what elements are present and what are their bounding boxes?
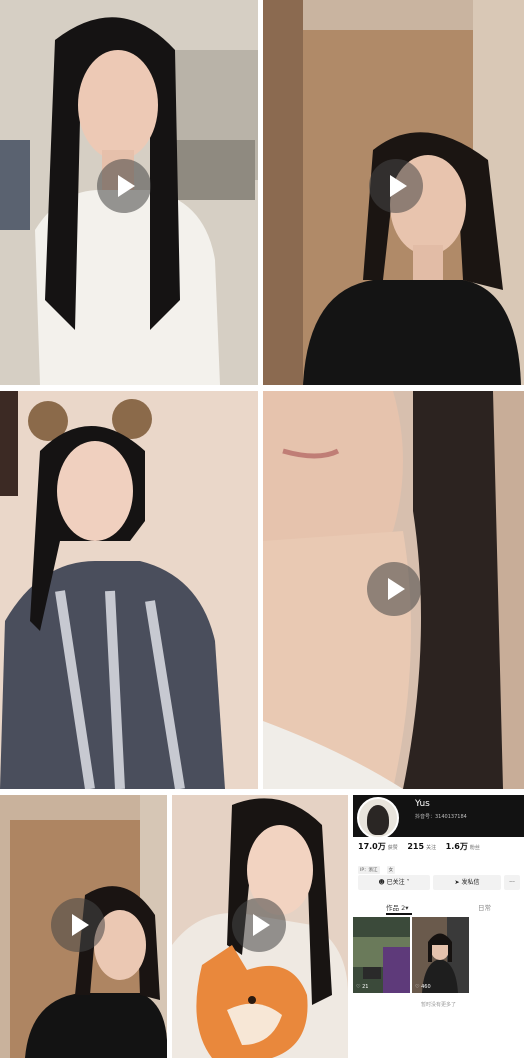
play-icon[interactable] (369, 159, 423, 213)
profile-stats: 17.0万 获赞 215 关注 1.6万 粉丝 (358, 841, 488, 852)
stat-followers[interactable]: 1.6万 粉丝 (446, 842, 480, 851)
no-more-text: 暂时没有更多了 (420, 1002, 456, 1008)
username: Yus (415, 799, 430, 809)
video-tile-2[interactable] (263, 0, 524, 385)
play-icon[interactable] (367, 562, 421, 616)
thumbnail-image (412, 917, 469, 993)
heart-icon: ♡ (356, 984, 361, 990)
stat-following[interactable]: 215 关注 (407, 842, 436, 851)
video-tile-1[interactable] (0, 0, 258, 385)
work-thumbnail-1[interactable]: ♡ 21 (353, 917, 410, 993)
play-icon[interactable] (97, 159, 151, 213)
tab-indicator (386, 913, 412, 915)
video-tile-3[interactable] (0, 391, 258, 789)
video-tile-6[interactable] (172, 795, 348, 1058)
more-button[interactable]: ··· (504, 875, 520, 890)
video-thumbnail (0, 391, 258, 789)
profile-screenshot: Yus 抖音号：3140137184 17.0万 获赞 215 关注 1.6万 粉丝 … (353, 795, 524, 1018)
tab-daily[interactable]: 日常 (478, 902, 491, 912)
avatar[interactable] (357, 797, 399, 839)
like-count: 460 (421, 984, 431, 990)
video-tile-5[interactable] (0, 795, 167, 1058)
profile-tags: IP：浙江 女 (358, 856, 397, 875)
stat-likes[interactable]: 17.0万 获赞 (358, 842, 398, 851)
play-icon[interactable] (51, 898, 105, 952)
user-id: 抖音号：3140137184 (415, 814, 467, 820)
send-icon: ➤ (454, 879, 460, 886)
profile-header: Yus 抖音号：3140137184 (353, 795, 524, 839)
gender-tag: 女 (386, 866, 396, 874)
thumbnail-image (353, 917, 410, 993)
ip-tag: IP：浙江 (358, 866, 380, 874)
follow-button[interactable]: ☻ 已关注 ˅ (358, 875, 430, 890)
work-thumbnail-2[interactable]: ♡ 460 (412, 917, 469, 993)
tab-works[interactable]: 作品 2▾ (386, 902, 408, 912)
user-icon: ☻ (378, 879, 385, 886)
like-count: 21 (362, 984, 369, 990)
message-button[interactable]: ➤ 发私信 (433, 875, 501, 890)
heart-icon: ♡ (415, 984, 420, 990)
play-icon[interactable] (232, 898, 286, 952)
profile-tabs: 作品 2▾ 日常 (353, 902, 524, 915)
chevron-down-icon: ˅ (406, 879, 410, 886)
video-tile-4[interactable] (263, 391, 524, 789)
